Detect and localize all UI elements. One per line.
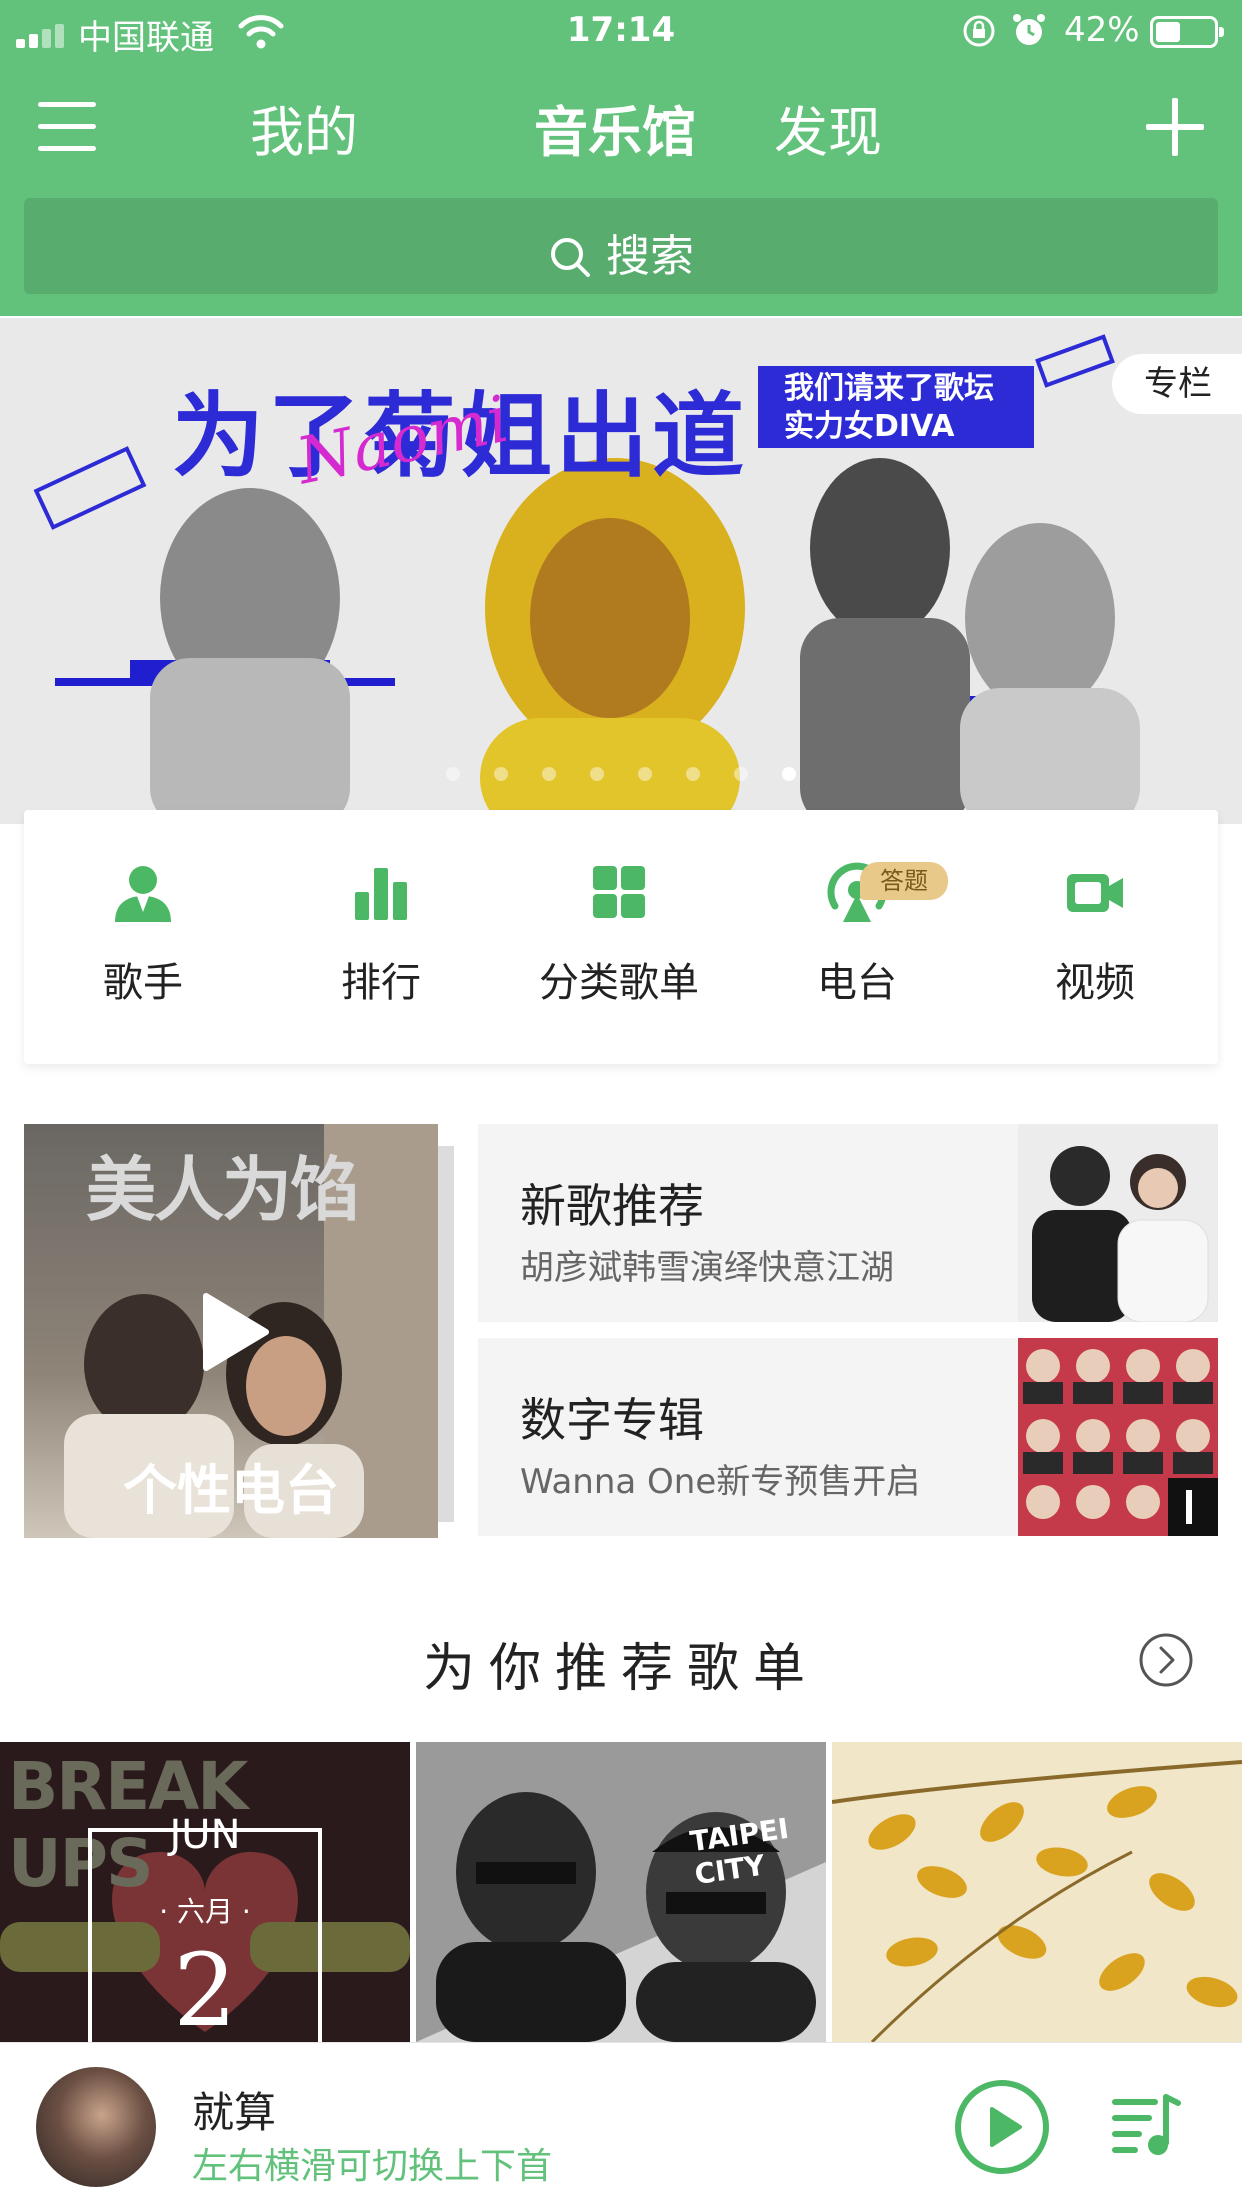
feature-title: 数字专辑	[520, 1393, 704, 1447]
playlist-queue-icon[interactable]	[1110, 2093, 1182, 2159]
grid-icon	[593, 866, 645, 918]
recommend-title: 为你推荐歌单	[422, 1639, 819, 1699]
column-tag[interactable]: 专栏	[1112, 354, 1242, 414]
battery-percent: 42%	[1064, 10, 1140, 50]
promo-banner[interactable]: 为了菊姐出道 Naomi 我们请来了歌坛 实力女DIVA 专栏	[0, 318, 1242, 824]
feature-subtitle: Wanna One新专预售开启	[520, 1462, 921, 1502]
album-cover[interactable]	[36, 2067, 156, 2187]
category-label: 视频	[1055, 960, 1135, 1006]
alarm-icon	[1013, 14, 1045, 45]
carousel-dot[interactable]	[542, 767, 556, 781]
banner-subtitle-line2: 实力女DIVA	[784, 409, 955, 444]
mini-player[interactable]: 就算 左右横滑可切换上下首	[0, 2042, 1242, 2209]
status-bar: 中国联通 17:14 42%	[0, 0, 1242, 62]
swipe-hint: 左右横滑可切换上下首	[192, 2146, 553, 2187]
carousel-dot[interactable]	[494, 767, 508, 781]
chevron-right-icon[interactable]	[1138, 1632, 1194, 1688]
category-card: 歌手 排行 分类歌单 电台 答题 视频	[24, 810, 1218, 1064]
new-songs-thumbnail	[1018, 1124, 1218, 1322]
category-label: 分类歌单	[539, 960, 699, 1006]
playlist-artwork	[832, 1742, 1242, 2042]
calendar-month-cn: · 六月 ·	[159, 1895, 251, 1928]
chart-bars-icon	[355, 868, 407, 920]
playlist-artwork	[416, 1742, 826, 2042]
calendar-month: JUN	[169, 1812, 241, 1858]
carousel-dot[interactable]	[782, 767, 796, 781]
digital-album-card[interactable]: 数字专辑 Wanna One新专预售开启	[478, 1338, 1218, 1536]
add-button[interactable]	[1146, 98, 1204, 156]
banner-subtitle: 我们请来了歌坛 实力女DIVA	[758, 366, 1034, 448]
search-bar[interactable]: 搜索	[24, 198, 1218, 294]
play-button[interactable]	[954, 2079, 1050, 2175]
new-songs-card[interactable]: 新歌推荐 胡彦斌韩雪演绎快意江湖	[478, 1124, 1218, 1322]
video-camera-icon	[1067, 874, 1123, 912]
search-icon	[551, 238, 590, 277]
category-rank[interactable]: 排行	[262, 860, 500, 1008]
quiz-badge: 答题	[860, 862, 948, 900]
carousel-dot[interactable]	[590, 767, 604, 781]
rotation-lock-icon	[963, 15, 995, 47]
menu-button[interactable]	[38, 100, 98, 154]
category-label: 排行	[341, 960, 421, 1006]
song-title: 就算	[192, 2088, 277, 2137]
battery-icon	[1150, 16, 1224, 48]
carousel-dot[interactable]	[734, 767, 748, 781]
carousel-dot[interactable]	[686, 767, 700, 781]
carousel-dot[interactable]	[446, 767, 460, 781]
tab-music-hall[interactable]: 音乐馆	[534, 88, 696, 167]
radio-card-shadow	[438, 1146, 454, 1522]
tab-mine[interactable]: 我的	[250, 88, 358, 167]
category-singer[interactable]: 歌手	[24, 860, 262, 1008]
tab-discover[interactable]: 发现	[774, 88, 882, 167]
category-video[interactable]: 视频	[976, 860, 1214, 1008]
radio-art-title: 美人为馅	[86, 1148, 360, 1231]
feature-title: 新歌推荐	[520, 1179, 704, 1233]
category-label: 电台	[817, 960, 897, 1006]
category-label: 歌手	[103, 960, 183, 1006]
feature-subtitle: 胡彦斌韩雪演绎快意江湖	[520, 1248, 894, 1288]
carousel-dot[interactable]	[638, 767, 652, 781]
playlist-tile[interactable]: TAIPEI CITY	[416, 1742, 826, 2042]
playlist-tile[interactable]	[832, 1742, 1242, 2042]
banner-subtitle-line1: 我们请来了歌坛	[784, 371, 994, 406]
carousel-dots	[0, 766, 1242, 785]
play-icon[interactable]	[200, 1292, 270, 1372]
digital-album-thumbnail	[1018, 1338, 1218, 1536]
radio-label: 个性电台	[123, 1459, 339, 1522]
calendar-day: 2	[173, 1932, 237, 2042]
category-playlists[interactable]: 分类歌单	[500, 860, 738, 1008]
singer-icon	[115, 866, 171, 922]
search-label: 搜索	[606, 231, 694, 282]
clock: 17:14	[566, 10, 676, 50]
playlist-tile[interactable]: BREAK UPS JUN · 六月 · 2	[0, 1742, 410, 2042]
